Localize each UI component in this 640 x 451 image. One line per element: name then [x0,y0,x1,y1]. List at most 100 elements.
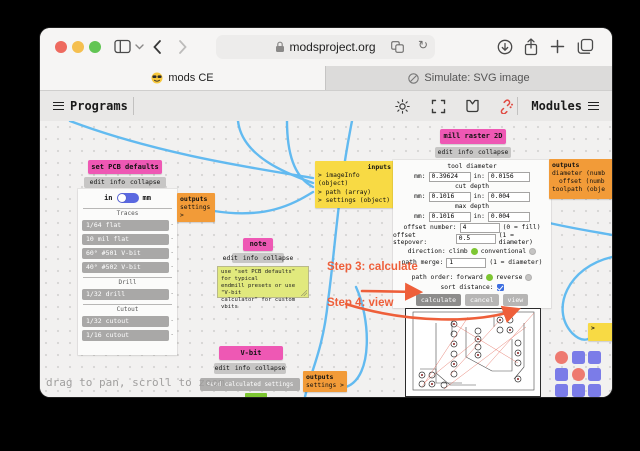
max-depth-mm-input[interactable] [428,211,471,222]
toolbar-divider [517,97,518,115]
disconnected-link-icon[interactable] [498,99,514,114]
wire [285,121,315,189]
calculate-button[interactable]: calculate [415,293,462,306]
programs-menu-button[interactable]: Programs [53,91,128,121]
note-textarea[interactable]: use "set PCB defaults" for typical endmi… [217,266,309,310]
cut-depth-in-input[interactable] [487,191,530,202]
collapse-button[interactable]: collapse [130,179,160,186]
info-button[interactable]: info [110,179,125,186]
mods-canvas[interactable]: in mm Traces 1/64 flat 10 mil flat 60° #… [40,121,612,397]
tool-diameter-mm-input[interactable] [428,171,471,182]
wire [543,220,612,237]
close-window-button[interactable] [55,41,67,53]
collapse-button[interactable]: collapse [255,365,285,372]
tool-diameter-in-input[interactable] [487,171,530,182]
tab-simulate-svg[interactable]: Simulate: SVG image [325,66,612,90]
toolpath-preview [405,308,541,397]
preset-button[interactable]: 1/64 flat [82,218,174,231]
input-port-settings[interactable]: > settings (object) [318,197,391,206]
outputs-node: outputs settings > [177,193,215,222]
tab-overview-icon[interactable] [577,38,594,55]
theme-sun-icon[interactable] [395,99,410,114]
edit-button[interactable]: edit [438,149,453,156]
tab-label: mods CE [168,72,214,84]
edge-input-port[interactable]: > [588,323,612,341]
info-button[interactable]: info [243,255,258,262]
forward-radio[interactable] [485,274,493,281]
mill-raster-2d-header[interactable]: mill raster 2D [440,129,506,144]
cancel-button[interactable]: cancel [465,293,499,306]
downloads-icon[interactable] [497,39,513,55]
input-port-imageinfo[interactable]: > imageInfo (object) [318,172,391,189]
offset-output-port[interactable]: offset (numb [552,178,605,185]
pattern-square [588,367,601,381]
preset-button[interactable]: 40° #502 V-bit [82,260,174,273]
reverse-radio[interactable] [525,274,533,281]
collapse-button[interactable]: collapse [478,149,508,156]
pattern-square [588,384,601,397]
climb-label: climb [448,248,468,255]
view-button[interactable]: view [502,293,529,306]
reload-icon[interactable]: ↻ [418,38,428,52]
collapse-button[interactable]: collapse [263,255,293,262]
offset-number-input[interactable] [459,222,500,233]
preset-button[interactable]: 1/16 cutout [82,328,174,341]
sidebar-icon[interactable] [114,39,131,54]
info-button[interactable]: info [458,149,473,156]
inputs-node: inputs > imageInfo (object) > path (arra… [315,161,394,208]
input-port-path[interactable]: > path (array) [318,189,391,198]
preset-button[interactable]: 1/32 drill [82,287,174,300]
drill-section-label: Drill [83,277,172,286]
note-header[interactable]: note [243,238,273,251]
vbit-calculator-header[interactable]: V-bit calculator [219,346,283,371]
forward-button[interactable] [178,39,188,55]
toolpath-output-port[interactable]: toolpath (obje [552,186,605,193]
diameter-output-port[interactable]: diameter (numb [552,170,605,177]
outputs-title: outputs [552,161,580,169]
unit-mm-label: mm [142,194,151,202]
settings-output-port[interactable]: settings > [180,204,210,219]
browser-titlebar: modsproject.org ↻ [40,28,612,66]
unit-in-label: in [104,194,113,202]
edit-button[interactable]: edit [215,365,230,372]
preset-button[interactable]: 1/32 cutout [82,314,174,327]
pattern-circle [571,367,585,381]
edit-button[interactable]: edit [90,179,105,186]
translate-icon[interactable] [391,41,404,53]
preset-button[interactable]: 10 mil flat [82,232,174,245]
max-depth-in-input[interactable] [487,211,530,222]
zoom-window-button[interactable] [89,41,101,53]
unit-toggle[interactable] [116,193,139,203]
info-button[interactable]: info [235,365,250,372]
tab-mods-ce[interactable]: mods CE [40,66,325,90]
outputs-node: outputs diameter (numb offset (numb tool… [549,159,612,199]
edit-button[interactable]: edit [223,255,238,262]
wire [236,121,315,185]
share-icon[interactable] [524,38,538,56]
minimize-window-button[interactable] [72,41,84,53]
cut-depth-mm-input[interactable] [428,191,471,202]
modules-menu-button[interactable]: Modules [531,91,599,121]
settings-output-port[interactable]: settings > [306,382,344,389]
mods-logo-icon[interactable] [465,99,480,113]
back-button[interactable] [152,39,162,55]
vbit-green-button-cut[interactable] [245,393,267,397]
pattern-square [571,351,585,364]
new-tab-icon[interactable] [550,39,565,54]
fullscreen-icon[interactable] [431,99,446,114]
canvas-hint-text: drag to pan, scroll to zoom [46,376,225,389]
preset-button[interactable]: 60° #501 V-bit [82,246,174,259]
set-pcb-defaults-body: in mm Traces 1/64 flat 10 mil flat 60° #… [78,189,177,355]
address-bar[interactable]: modsproject.org ↻ [216,35,435,59]
mm-label: mm: [414,213,426,220]
path-merge-input[interactable] [446,257,487,268]
climb-radio[interactable] [470,248,478,255]
offset-stepover-input[interactable] [455,233,496,244]
set-pcb-defaults-header[interactable]: set PCB defaults [88,160,162,174]
sort-distance-checkbox[interactable] [496,283,504,291]
cut-depth-label: cut depth [454,183,490,190]
conventional-radio[interactable] [529,248,537,255]
toolbar-divider [133,97,134,115]
chevron-down-icon[interactable] [135,44,144,50]
mill-raster-2d-body: tool diameter mm: in: cut depth mm: in: … [393,160,551,308]
